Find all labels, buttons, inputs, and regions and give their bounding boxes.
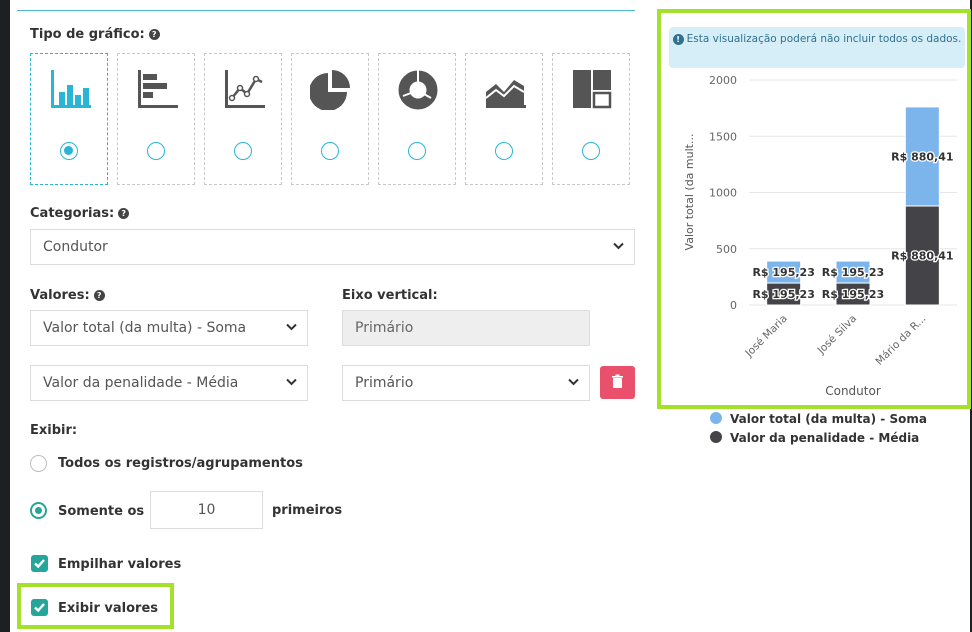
legend-item-series-1[interactable]: Valor total (da multa) - Soma xyxy=(710,412,927,426)
delete-value-button[interactable] xyxy=(600,366,635,399)
preview-notice: ! Esta visualização poderá não incluir to… xyxy=(669,27,965,68)
chart-type-bar[interactable] xyxy=(30,53,108,185)
data-label-series-1-0: R$ 195,23 xyxy=(752,266,814,279)
chevron-down-icon xyxy=(613,242,624,250)
line-chart-icon xyxy=(225,70,265,108)
y-tick-label: 1500 xyxy=(709,130,737,143)
chart-type-pie-radio[interactable] xyxy=(321,142,339,160)
top-count-input[interactable]: 10 xyxy=(150,491,263,529)
value-1-selected: Valor total (da multa) - Soma xyxy=(43,320,247,336)
chart-type-pie[interactable] xyxy=(291,53,369,185)
categories-selected-value: Condutor xyxy=(43,239,108,255)
display-label: Exibir: xyxy=(30,423,78,438)
y-tick-label: 500 xyxy=(716,243,737,256)
display-all-label: Todos os registros/agrupamentos xyxy=(58,456,303,471)
legend-dot-series-1 xyxy=(710,412,722,424)
x-tick-label: José Silva xyxy=(815,313,860,358)
display-top-suffix: primeiros xyxy=(272,503,343,518)
show-values-checkbox[interactable] xyxy=(31,599,48,616)
help-icon[interactable]: ? xyxy=(93,290,105,301)
chart-type-donut-radio[interactable] xyxy=(408,142,426,160)
axis-2-selected: Primário xyxy=(355,375,414,391)
check-icon xyxy=(34,603,45,613)
check-icon xyxy=(34,559,45,569)
display-top-label: Somente os xyxy=(58,504,145,519)
preview-notice-text: Esta visualização poderá não incluir tod… xyxy=(686,33,962,45)
chart-type-area-radio[interactable] xyxy=(495,142,513,160)
axis-1-selected: Primário xyxy=(355,320,414,336)
bar-chart-icon xyxy=(51,70,91,108)
y-tick-label: 1000 xyxy=(709,187,737,200)
chart-type-label-text: Tipo de gráfico: xyxy=(30,27,145,42)
legend-item-series-2[interactable]: Valor da penalidade - Média xyxy=(710,431,919,445)
trash-icon xyxy=(612,374,623,388)
chevron-down-icon xyxy=(568,378,579,386)
display-all-radio[interactable] xyxy=(30,455,47,472)
axis-2-select[interactable]: Primário xyxy=(342,365,590,401)
legend-label-series-2: Valor da penalidade - Média xyxy=(730,431,920,445)
chart-type-line[interactable] xyxy=(204,53,282,185)
help-icon[interactable]: ? xyxy=(118,208,130,219)
display-top-radio[interactable] xyxy=(30,502,47,519)
y-tick-label: 2000 xyxy=(709,74,737,87)
categories-label: Categorias:? xyxy=(30,206,130,221)
treemap-icon xyxy=(573,70,612,109)
data-label-series-1-1: R$ 195,23 xyxy=(822,266,884,279)
y-tick-label: 0 xyxy=(730,299,737,312)
chart-type-line-radio[interactable] xyxy=(234,142,252,160)
help-icon[interactable]: ? xyxy=(148,29,160,40)
axis-1-select: Primário xyxy=(342,310,590,346)
chart-type-horizontal-bar[interactable] xyxy=(117,53,195,185)
categories-label-text: Categorias: xyxy=(30,206,115,221)
area-chart-icon xyxy=(485,80,526,108)
chart-type-treemap[interactable] xyxy=(552,53,630,185)
value-2-selected: Valor da penalidade - Média xyxy=(43,375,239,391)
values-label-text: Valores: xyxy=(30,288,90,303)
legend-label-series-1: Valor total (da multa) - Soma xyxy=(730,412,927,426)
chevron-down-icon xyxy=(286,323,297,331)
show-values-label: Exibir valores xyxy=(58,601,159,616)
legend-dot-series-2 xyxy=(710,431,722,443)
data-label-series-1-2: R$ 880,41 xyxy=(891,150,953,163)
chart-type-bar-radio[interactable] xyxy=(60,142,78,160)
stack-values-label: Empilhar valores xyxy=(58,557,182,572)
chart-type-treemap-radio[interactable] xyxy=(582,142,600,160)
value-1-select[interactable]: Valor total (da multa) - Soma xyxy=(30,310,308,346)
chart-type-horizontal-bar-radio[interactable] xyxy=(147,142,165,160)
chart-type-label: Tipo de gráfico:? xyxy=(30,27,160,42)
info-icon: ! xyxy=(672,34,684,45)
stack-values-checkbox[interactable] xyxy=(31,555,48,572)
vertical-axis-label: Eixo vertical: xyxy=(342,288,438,303)
chart-type-donut[interactable] xyxy=(378,53,456,185)
categories-select[interactable]: Condutor xyxy=(30,229,635,265)
y-axis-label: Valor total (da mult... xyxy=(683,134,696,251)
data-label-series-2-2: R$ 880,41 xyxy=(891,249,953,262)
horizontal-bar-chart-icon xyxy=(138,70,178,108)
chart-preview: 0 500 1000 1500 2000 R$ 195,23 R$ 195,23 José M… xyxy=(683,74,957,398)
top-divider xyxy=(17,10,635,11)
chevron-down-icon xyxy=(286,378,297,386)
values-label: Valores:? xyxy=(30,288,105,303)
x-axis-label: Condutor xyxy=(825,384,881,398)
donut-chart-icon xyxy=(398,70,438,110)
x-tick-label: José Maria xyxy=(742,313,789,360)
data-label-series-2-0: R$ 195,23 xyxy=(752,288,814,301)
data-label-series-2-1: R$ 195,23 xyxy=(822,288,884,301)
x-tick-label: Mário da R... xyxy=(873,313,928,368)
chart-type-area[interactable] xyxy=(465,53,543,185)
value-2-select[interactable]: Valor da penalidade - Média xyxy=(30,365,308,401)
pie-chart-icon xyxy=(310,70,350,110)
